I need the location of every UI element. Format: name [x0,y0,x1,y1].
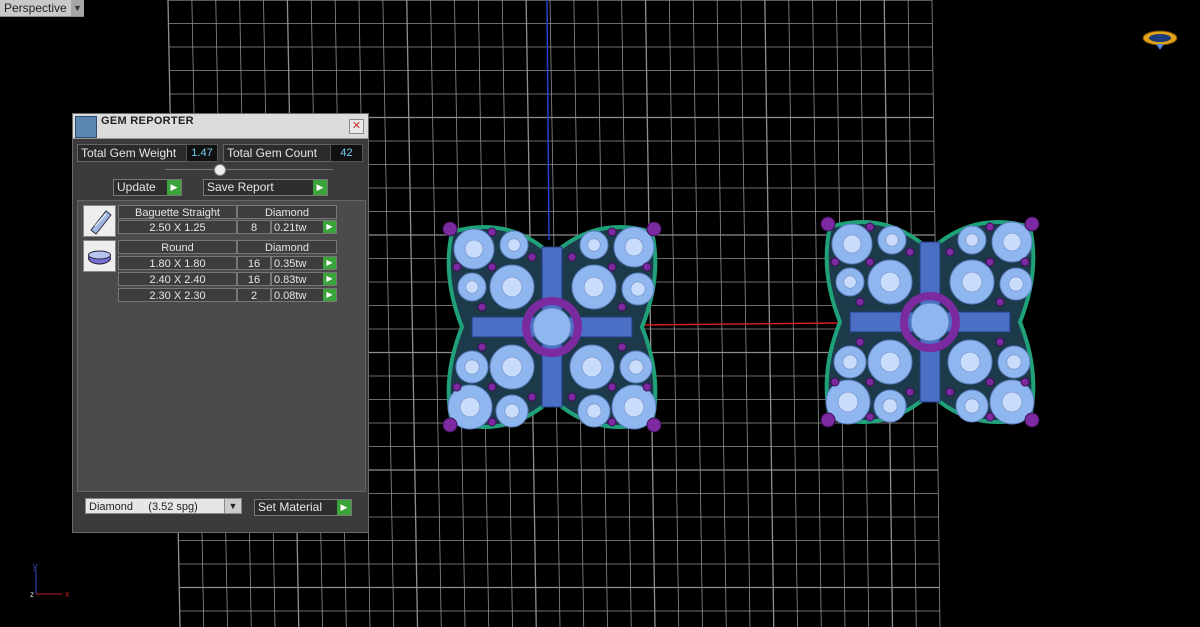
gem-reporter-title: GEM REPORTER [101,115,194,127]
viewport-menu-arrow-icon[interactable]: ▼ [71,0,84,17]
gem-reporter-panel: GEM REPORTER ✕ Total Gem Weight 1.47 Tot… [72,113,369,533]
gem-weight-value: 0.08tw [274,290,307,302]
material-select-value: Diamond (3.52 spg) [89,501,198,513]
gem-size: 1.80 X 1.80 [118,256,237,270]
save-report-button[interactable]: Save Report ▶ [203,179,328,196]
play-arrow-icon: ▶ [313,180,327,195]
select-gems-arrow-icon[interactable]: ▶ [323,257,336,269]
gem-weight[interactable]: 0.21tw ▶ [271,220,337,234]
total-gem-weight-value: 1.47 [186,144,218,162]
gem-stats-row: Total Gem Weight 1.47 Total Gem Count 42 [73,144,368,162]
gem-weight[interactable]: 0.35tw ▶ [271,256,337,270]
axis-x-label: x [65,589,70,599]
update-button-label: Update [117,180,156,194]
gem-count: 8 [237,220,271,234]
gem-weight-value: 0.83tw [274,274,307,286]
gem-size: 2.40 X 2.40 [118,272,237,286]
axis-y-label: y [33,561,38,571]
material-select[interactable]: Diamond (3.52 spg) ▼ [85,498,242,514]
gem-shape-header: Baguette Straight [118,205,237,219]
total-gem-count-label: Total Gem Count [223,144,333,162]
axis-orientation-indicator: y z x [30,561,70,599]
axis-z-label: z [30,590,34,599]
play-arrow-icon: ▶ [337,500,351,515]
select-gems-arrow-icon[interactable]: ▶ [323,273,336,285]
gem-size: 2.30 X 2.30 [118,288,237,302]
viewport-label[interactable]: Perspective [0,0,72,17]
gem-weight-value: 0.35tw [274,258,307,270]
splitter-handle[interactable] [214,164,226,176]
gem-material-header: Diamond [237,240,337,254]
gem-list: Baguette Straight Diamond 2.50 X 1.25 8 … [77,200,366,492]
play-arrow-icon: ▶ [167,180,181,195]
earring-model-left[interactable] [442,221,662,433]
gem-material-header: Diamond [237,205,337,219]
gem-shape-header: Round [118,240,237,254]
update-button[interactable]: Update ▶ [113,179,182,196]
gem-reporter-titlebar[interactable]: GEM REPORTER ✕ [73,114,368,139]
total-gem-count-value: 42 [330,144,363,162]
gem-weight-value: 0.21tw [274,222,307,234]
select-gems-arrow-icon[interactable]: ▶ [323,289,336,301]
select-gems-arrow-icon[interactable]: ▶ [323,221,336,233]
viewport-name: Perspective [4,1,67,15]
save-report-button-label: Save Report [207,180,274,194]
gem-count: 16 [237,256,271,270]
round-gem-icon[interactable] [83,240,116,272]
gem-count: 16 [237,272,271,286]
panel-splitter [165,169,333,170]
gem-weight[interactable]: 0.83tw ▶ [271,272,337,286]
baguette-gem-icon[interactable] [83,205,116,237]
total-gem-weight-label: Total Gem Weight [77,144,189,162]
close-button[interactable]: ✕ [349,119,364,134]
gem-weight[interactable]: 0.08tw ▶ [271,288,337,302]
close-icon: ✕ [351,120,362,132]
gem-size: 2.50 X 1.25 [118,220,237,234]
set-material-button[interactable]: Set Material ▶ [254,499,352,516]
set-material-button-label: Set Material [258,500,323,514]
chevron-down-icon[interactable]: ▼ [224,499,241,513]
gem-reporter-app-icon [75,116,97,138]
earring-model-right[interactable] [820,216,1040,428]
gem-count: 2 [237,288,271,302]
